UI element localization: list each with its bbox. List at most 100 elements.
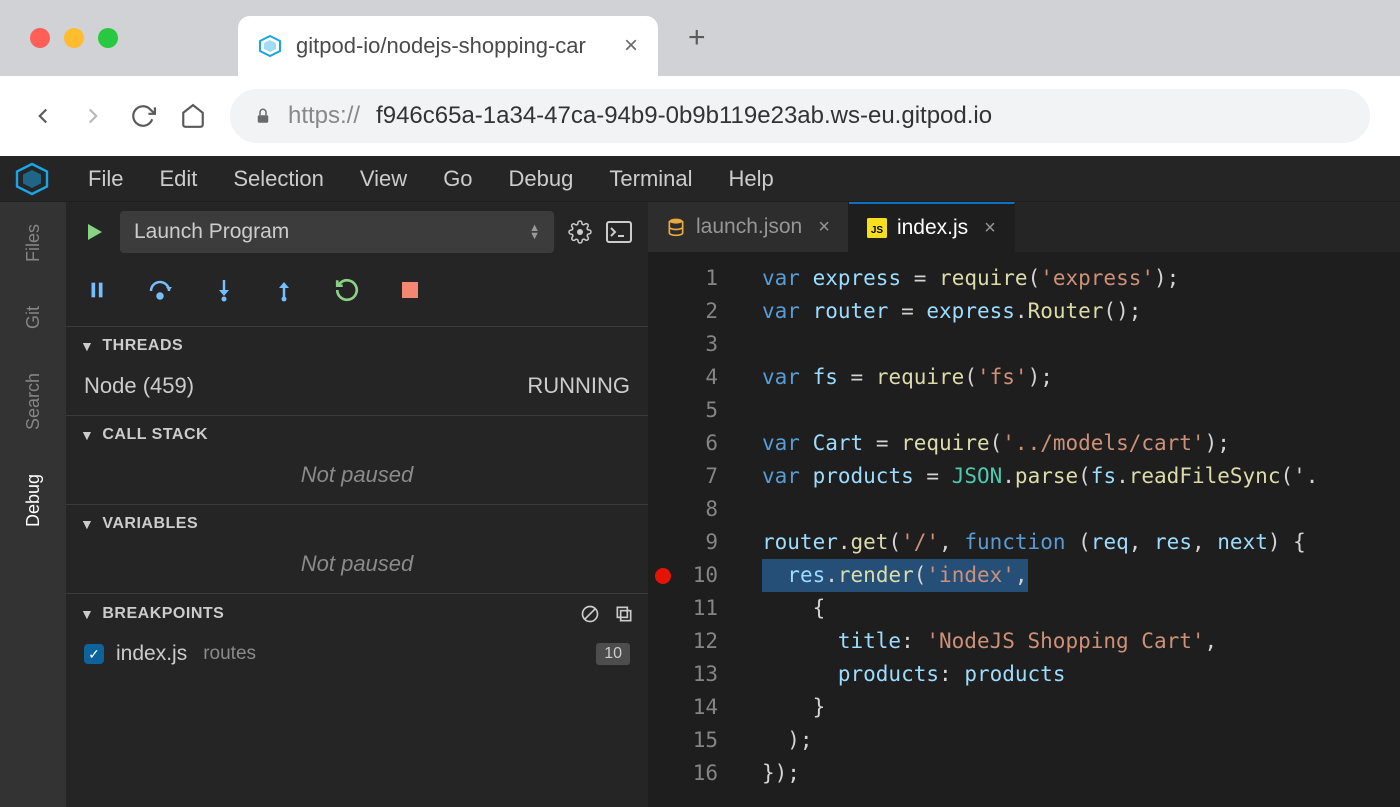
menu-debug[interactable]: Debug [491, 158, 592, 200]
debug-config-label: Launch Program [134, 220, 289, 244]
editor-tab-close-icon[interactable]: × [984, 217, 996, 240]
browser-tab-close-icon[interactable]: × [624, 32, 638, 60]
browser-tab[interactable]: gitpod-io/nodejs-shopping-car × [238, 16, 658, 76]
callstack-title: CALL STACK [102, 426, 208, 444]
ide: FileEditSelectionViewGoDebugTerminalHelp… [0, 156, 1400, 807]
window-close-button[interactable] [30, 28, 50, 48]
code-line[interactable]: var Cart = require('../models/cart'); [732, 427, 1400, 460]
address-host: f946c65a-1a34-47ca-94b9-0b9b119e23ab.ws-… [376, 102, 992, 130]
variables-header[interactable]: ▼ VARIABLES [66, 505, 648, 543]
forward-button[interactable] [80, 103, 106, 129]
code-line[interactable]: ); [732, 724, 1400, 757]
ide-menubar: FileEditSelectionViewGoDebugTerminalHelp [0, 156, 1400, 202]
chevron-down-icon: ▼ [80, 606, 94, 622]
remove-all-breakpoints-icon[interactable] [614, 604, 634, 624]
window-maximize-button[interactable] [98, 28, 118, 48]
toggle-breakpoints-icon[interactable] [580, 604, 600, 624]
activity-search[interactable]: Search [23, 369, 44, 434]
breakpoint-checkbox[interactable]: ✓ [84, 644, 104, 664]
debug-console-button[interactable] [606, 221, 632, 243]
new-tab-button[interactable]: + [688, 21, 706, 55]
code-line[interactable]: var products = JSON.parse(fs.readFileSyn… [732, 460, 1400, 493]
code-line[interactable]: res.render('index', [732, 559, 1400, 592]
debug-config-select[interactable]: Launch Program ▲▼ [120, 211, 554, 253]
variables-section: ▼ VARIABLES Not paused [66, 504, 648, 585]
code-line[interactable] [732, 394, 1400, 427]
activity-debug[interactable]: Debug [23, 470, 44, 531]
breakpoint-gutter[interactable] [648, 262, 678, 807]
code-line[interactable]: }); [732, 757, 1400, 790]
menu-view[interactable]: View [342, 158, 425, 200]
breakpoint-dot[interactable] [655, 568, 671, 584]
debug-step-into-button[interactable] [214, 278, 234, 302]
breakpoint-folder: routes [203, 643, 256, 665]
editor-tab-label: launch.json [696, 215, 802, 239]
debug-restart-button[interactable] [334, 277, 360, 303]
address-bar[interactable]: https:// f946c65a-1a34-47ca-94b9-0b9b119e… [230, 89, 1370, 143]
activity-git[interactable]: Git [23, 302, 44, 333]
code-line[interactable]: var express = require('express'); [732, 262, 1400, 295]
breakpoints-section: ▼ BREAKPOINTS ✓ index.js routes [66, 593, 648, 674]
browser-tab-title: gitpod-io/nodejs-shopping-car [296, 33, 586, 59]
breakpoints-header[interactable]: ▼ BREAKPOINTS [66, 594, 648, 634]
debug-pause-button[interactable] [86, 279, 108, 301]
debug-step-over-button[interactable] [148, 279, 174, 301]
gitpod-logo-icon [14, 161, 50, 197]
code-line[interactable]: title: 'NodeJS Shopping Cart', [732, 625, 1400, 658]
line-number: 12 [678, 625, 718, 658]
line-number: 3 [678, 328, 718, 361]
code-content[interactable]: var express = require('express');var rou… [732, 262, 1400, 807]
code-line[interactable]: var router = express.Router(); [732, 295, 1400, 328]
thread-name: Node (459) [84, 373, 194, 399]
menu-help[interactable]: Help [711, 158, 792, 200]
browser-titlebar: gitpod-io/nodejs-shopping-car × + [0, 0, 1400, 76]
debug-step-out-button[interactable] [274, 278, 294, 302]
home-button[interactable] [180, 103, 206, 129]
thread-row[interactable]: Node (459) RUNNING [66, 365, 648, 407]
code-line[interactable] [732, 328, 1400, 361]
line-number: 5 [678, 394, 718, 427]
debug-controls [66, 262, 648, 318]
editor-area: launch.json×JSindex.js× 1234567891011121… [648, 202, 1400, 807]
breakpoint-row[interactable]: ✓ index.js routes 10 [66, 634, 648, 674]
thread-status: RUNNING [527, 373, 630, 399]
code-line[interactable]: router.get('/', function (req, res, next… [732, 526, 1400, 559]
line-number: 14 [678, 691, 718, 724]
code-line[interactable]: { [732, 592, 1400, 625]
address-protocol: https:// [288, 102, 360, 130]
line-number: 8 [678, 493, 718, 526]
menu-go[interactable]: Go [425, 158, 490, 200]
file-type-icon: JS [867, 218, 887, 238]
debug-start-button[interactable] [82, 220, 106, 244]
menu-edit[interactable]: Edit [141, 158, 215, 200]
breakpoint-file: index.js [116, 642, 187, 666]
line-number: 11 [678, 592, 718, 625]
file-type-icon [666, 217, 686, 237]
line-number: 6 [678, 427, 718, 460]
debug-stop-button[interactable] [400, 280, 420, 300]
code-line[interactable]: products: products [732, 658, 1400, 691]
menu-file[interactable]: File [70, 158, 141, 200]
threads-header[interactable]: ▼ THREADS [66, 327, 648, 365]
editor-tab-label: index.js [897, 216, 968, 240]
code-line[interactable] [732, 493, 1400, 526]
menu-terminal[interactable]: Terminal [591, 158, 710, 200]
code-line[interactable]: var fs = require('fs'); [732, 361, 1400, 394]
reload-button[interactable] [130, 103, 156, 129]
callstack-header[interactable]: ▼ CALL STACK [66, 416, 648, 454]
lock-icon [254, 107, 272, 125]
debug-settings-button[interactable] [568, 220, 592, 244]
editor-tab-index-js[interactable]: JS index.js × [849, 202, 1015, 252]
browser-toolbar: https:// f946c65a-1a34-47ca-94b9-0b9b119e… [0, 76, 1400, 156]
chevron-down-icon: ▼ [80, 427, 94, 443]
editor-tab-launch-json[interactable]: launch.json × [648, 202, 849, 252]
line-number: 1 [678, 262, 718, 295]
menu-selection[interactable]: Selection [215, 158, 342, 200]
activity-files[interactable]: Files [23, 220, 44, 266]
editor-tab-close-icon[interactable]: × [818, 216, 830, 239]
line-number: 16 [678, 757, 718, 790]
window-minimize-button[interactable] [64, 28, 84, 48]
back-button[interactable] [30, 103, 56, 129]
code-editor[interactable]: 12345678910111213141516 var express = re… [648, 252, 1400, 807]
code-line[interactable]: } [732, 691, 1400, 724]
